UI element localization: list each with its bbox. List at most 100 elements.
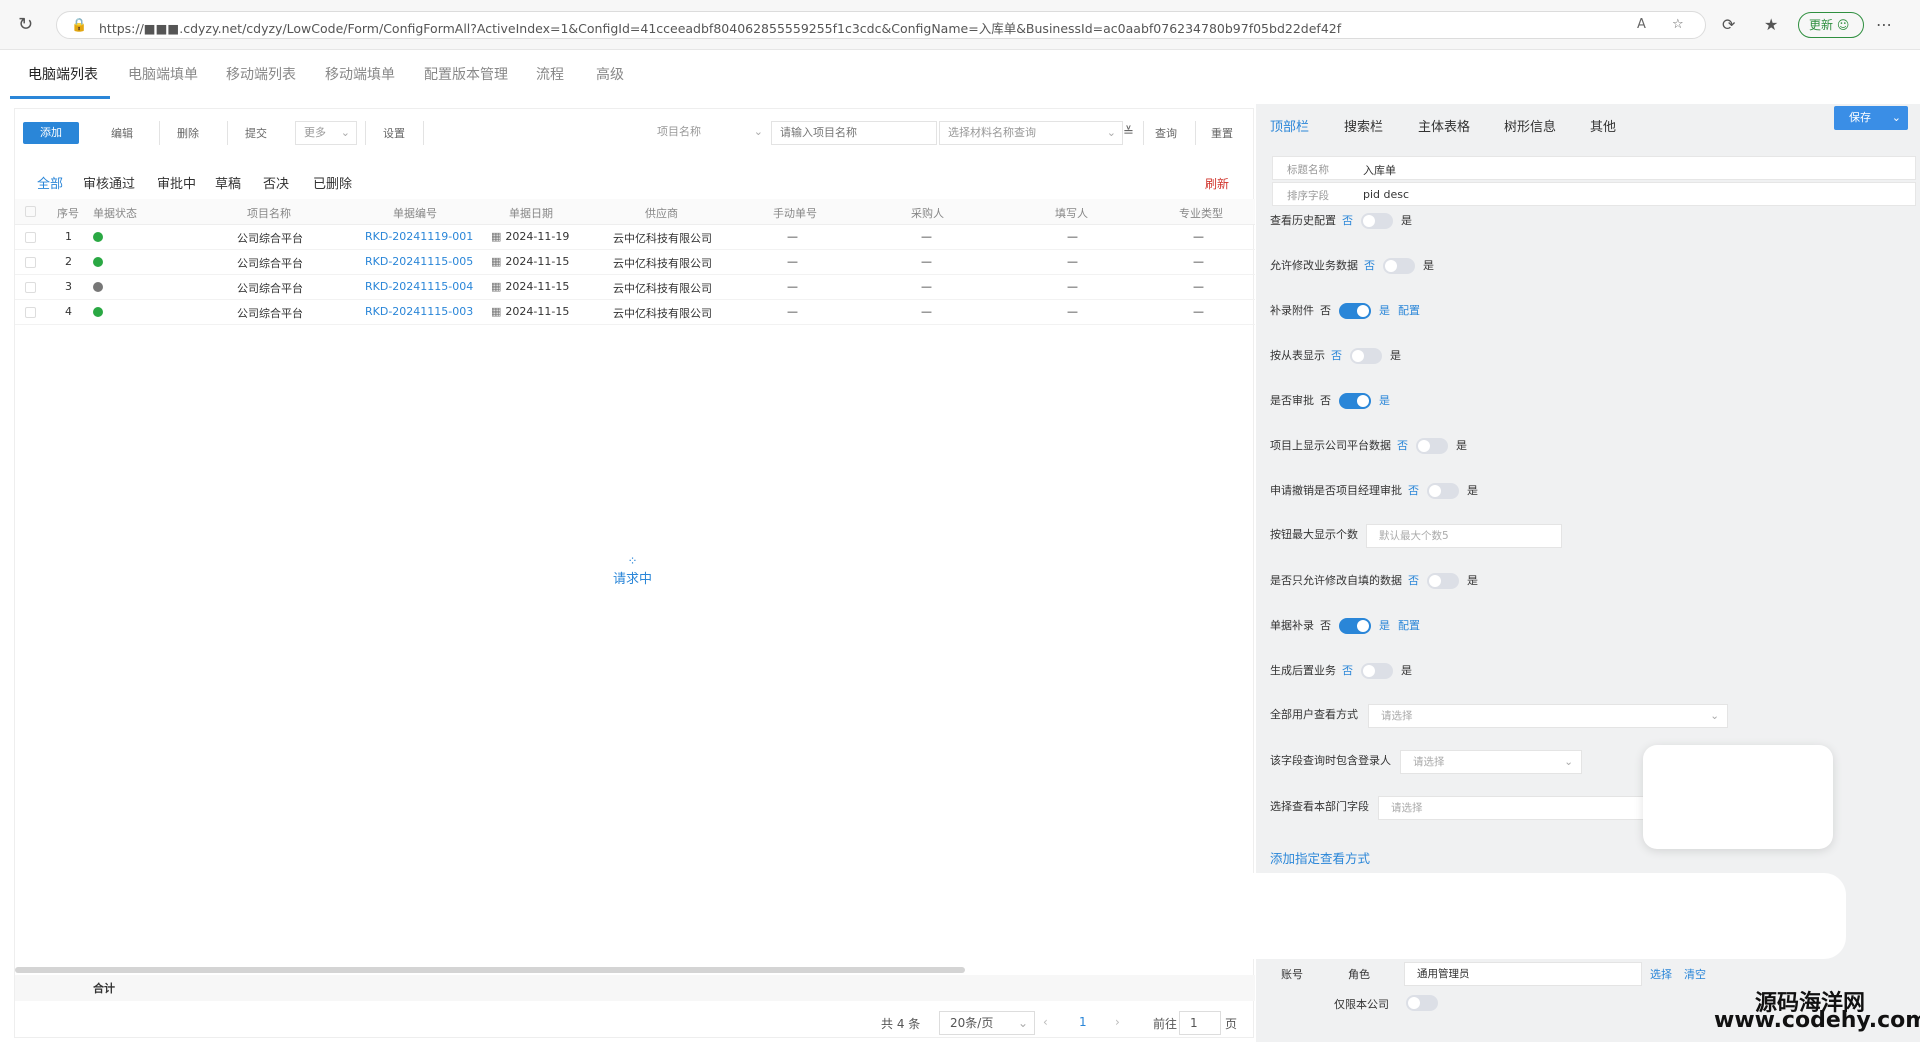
- next-page-icon[interactable]: ›: [1115, 1015, 1120, 1029]
- role-input[interactable]: 通用管理员: [1404, 962, 1642, 986]
- rtab-other[interactable]: 其他: [1590, 116, 1616, 135]
- tab-advanced[interactable]: 高级: [596, 64, 624, 84]
- option-config-link[interactable]: 配置: [1398, 304, 1420, 317]
- horizontal-scrollbar[interactable]: [15, 967, 965, 973]
- filter-rejected[interactable]: 否决: [263, 173, 289, 192]
- option-yes[interactable]: 是: [1423, 259, 1434, 272]
- option-toggle[interactable]: [1416, 438, 1448, 454]
- rtab-top-bar[interactable]: 顶部栏: [1270, 116, 1309, 135]
- prev-page-icon[interactable]: ‹: [1043, 1015, 1048, 1029]
- refresh-button[interactable]: 刷新: [1205, 175, 1229, 192]
- option-no[interactable]: 否: [1320, 304, 1331, 317]
- select-all-checkbox[interactable]: [25, 206, 36, 217]
- cell-code-link[interactable]: RKD-20241115-003: [365, 305, 473, 318]
- option-toggle[interactable]: [1350, 348, 1382, 364]
- expand-filter-icon[interactable]: ≚: [1123, 125, 1134, 140]
- option-no[interactable]: 否: [1320, 619, 1331, 632]
- more-dropdown[interactable]: 更多 ⌄: [295, 121, 357, 145]
- option-no[interactable]: 否: [1408, 484, 1419, 497]
- delete-button[interactable]: 删除: [177, 125, 199, 141]
- page-number[interactable]: 1: [1079, 1015, 1087, 1029]
- option-yes[interactable]: 是: [1379, 304, 1390, 317]
- tab-mobile-list[interactable]: 移动端列表: [226, 64, 296, 84]
- reload-icon[interactable]: ↻: [18, 14, 33, 35]
- tab-flow[interactable]: 流程: [536, 64, 564, 84]
- add-button[interactable]: 添加: [23, 122, 79, 144]
- reset-button[interactable]: 重置: [1211, 125, 1233, 141]
- option-no[interactable]: 否: [1397, 439, 1408, 452]
- max-button-input[interactable]: 默认最大个数5: [1366, 524, 1562, 548]
- option-yes[interactable]: 是: [1401, 664, 1412, 677]
- address-bar[interactable]: 🔒 https://■■■.cdyzy.net/cdyzy/LowCode/Fo…: [56, 11, 1706, 39]
- option-yes[interactable]: 是: [1390, 349, 1401, 362]
- table-row[interactable]: 3 公司综合平台 RKD-20241115-004 ▦ 2024-11-15 云中亿科技有…: [15, 275, 1255, 300]
- select-role-link[interactable]: 选择: [1650, 966, 1672, 982]
- extensions-icon[interactable]: ⟳: [1722, 15, 1735, 34]
- row-checkbox[interactable]: [25, 232, 36, 243]
- material-select[interactable]: 选择材料名称查询 ⌄: [939, 121, 1123, 145]
- option-toggle[interactable]: [1339, 303, 1371, 319]
- clear-role-link[interactable]: 清空: [1684, 966, 1706, 982]
- cell-code-link[interactable]: RKD-20241115-004: [365, 280, 473, 293]
- cell-code-link[interactable]: RKD-20241115-005: [365, 255, 473, 268]
- table-row[interactable]: 1 公司综合平台 RKD-20241119-001 ▦ 2024-11-19 云中亿科技有…: [15, 225, 1255, 250]
- view-mode-select[interactable]: 请选择 ⌄: [1368, 704, 1728, 728]
- favorites-icon[interactable]: ★: [1764, 15, 1778, 34]
- option-yes[interactable]: 是: [1467, 484, 1478, 497]
- option-toggle[interactable]: [1339, 393, 1371, 409]
- settings-button[interactable]: 设置: [383, 125, 405, 141]
- option-toggle[interactable]: [1427, 573, 1459, 589]
- company-only-toggle[interactable]: [1406, 995, 1438, 1011]
- rtab-search-bar[interactable]: 搜索栏: [1344, 116, 1383, 135]
- title-field[interactable]: 标题名称 入库单: [1272, 156, 1916, 180]
- project-name-input[interactable]: [771, 121, 937, 145]
- row-checkbox[interactable]: [25, 307, 36, 318]
- option-no[interactable]: 否: [1331, 349, 1342, 362]
- option-no[interactable]: 否: [1342, 664, 1353, 677]
- option-no[interactable]: 否: [1342, 214, 1353, 227]
- option-toggle[interactable]: [1383, 258, 1415, 274]
- option-yes[interactable]: 是: [1467, 574, 1478, 587]
- rtab-main-table[interactable]: 主体表格: [1418, 116, 1470, 135]
- option-toggle[interactable]: [1361, 213, 1393, 229]
- edit-button[interactable]: 编辑: [111, 125, 133, 141]
- tab-pc-form[interactable]: 电脑端填单: [128, 64, 198, 84]
- table-row[interactable]: 4 公司综合平台 RKD-20241115-003 ▦ 2024-11-15 云中亿科技有…: [15, 300, 1255, 325]
- option-config-link[interactable]: 配置: [1398, 619, 1420, 632]
- favorite-star-icon[interactable]: ☆: [1672, 17, 1684, 32]
- rtab-tree-info[interactable]: 树形信息: [1504, 116, 1556, 135]
- save-button[interactable]: 保存 ⌄: [1834, 106, 1908, 130]
- option-yes[interactable]: 是: [1379, 394, 1390, 407]
- row-checkbox[interactable]: [25, 257, 36, 268]
- login-select[interactable]: 请选择 ⌄: [1400, 750, 1582, 774]
- option-yes[interactable]: 是: [1456, 439, 1467, 452]
- more-icon[interactable]: ⋯: [1876, 15, 1892, 34]
- goto-page-input[interactable]: 1: [1179, 1011, 1221, 1035]
- filter-in-approval[interactable]: 审批中: [157, 173, 196, 192]
- sort-field[interactable]: 排序字段 pid desc: [1272, 182, 1916, 206]
- update-button[interactable]: 更新 ☺: [1798, 12, 1864, 38]
- read-aloud-icon[interactable]: A: [1637, 17, 1646, 32]
- option-toggle[interactable]: [1361, 663, 1393, 679]
- option-toggle[interactable]: [1427, 483, 1459, 499]
- table-row[interactable]: 2 公司综合平台 RKD-20241115-005 ▦ 2024-11-15 云中亿科技有…: [15, 250, 1255, 275]
- query-button[interactable]: 查询: [1155, 125, 1177, 141]
- option-no[interactable]: 否: [1364, 259, 1375, 272]
- cell-code-link[interactable]: RKD-20241119-001: [365, 230, 473, 243]
- tab-mobile-form[interactable]: 移动端填单: [325, 64, 395, 84]
- submit-button[interactable]: 提交: [245, 125, 267, 141]
- row-checkbox[interactable]: [25, 282, 36, 293]
- option-no[interactable]: 否: [1320, 394, 1331, 407]
- option-toggle[interactable]: [1339, 618, 1371, 634]
- add-view-mode-link[interactable]: 添加指定查看方式: [1270, 848, 1370, 867]
- option-yes[interactable]: 是: [1379, 619, 1390, 632]
- filter-approved[interactable]: 审核通过: [83, 173, 135, 192]
- tab-version[interactable]: 配置版本管理: [424, 64, 508, 84]
- option-no[interactable]: 否: [1408, 574, 1419, 587]
- search-field-select[interactable]: 项目名称 ⌄: [649, 121, 769, 145]
- page-size-select[interactable]: 20条/页 ⌄: [939, 1011, 1035, 1035]
- filter-draft[interactable]: 草稿: [215, 173, 241, 192]
- filter-all[interactable]: 全部: [37, 173, 63, 192]
- tab-pc-list[interactable]: 电脑端列表: [28, 64, 98, 84]
- filter-deleted[interactable]: 已删除: [313, 173, 352, 192]
